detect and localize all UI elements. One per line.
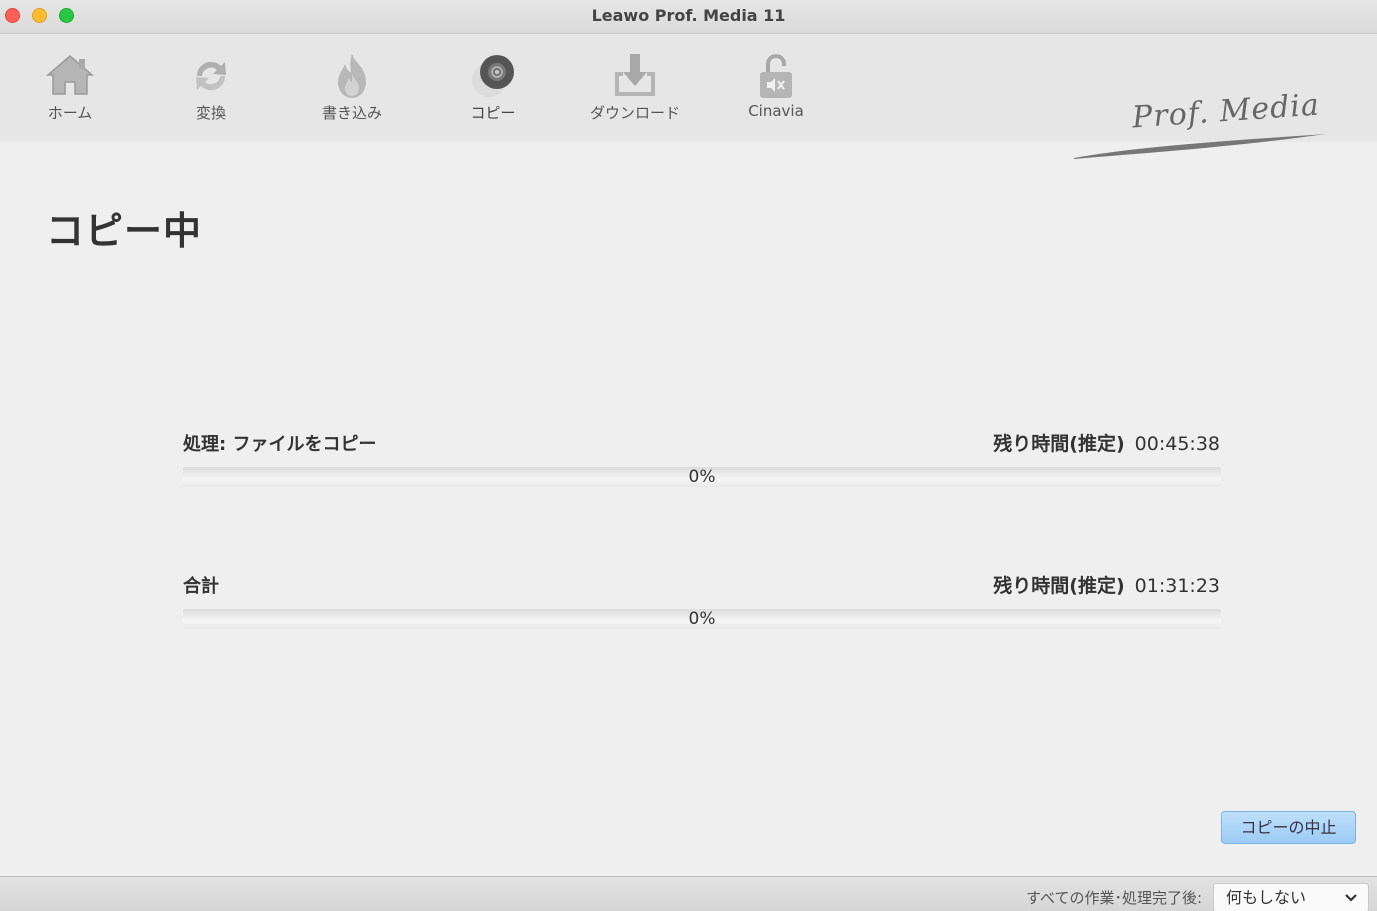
toolbar-cinavia-label: Cinavia bbox=[748, 102, 804, 120]
home-icon bbox=[45, 55, 95, 95]
after-completion-select[interactable]: 何もしない bbox=[1213, 883, 1369, 911]
toolbar-home[interactable]: ホーム bbox=[15, 50, 125, 136]
total-progress-bar: 0% bbox=[183, 609, 1221, 629]
total-remaining-time: 残り時間(推定) 01:31:23 bbox=[993, 571, 1220, 598]
task-progress-bar: 0% bbox=[183, 467, 1221, 487]
title-bar: Leawo Prof. Media 11 bbox=[0, 0, 1377, 34]
toolbar-cinavia[interactable]: Cinavia bbox=[721, 50, 831, 136]
toolbar-download-label: ダウンロード bbox=[589, 104, 680, 122]
cinavia-icon bbox=[760, 54, 792, 98]
burn-icon bbox=[338, 54, 366, 98]
status-bar: すべての作業･処理完了後: 何もしない bbox=[0, 876, 1377, 911]
total-label: 合計 bbox=[183, 576, 219, 597]
brand-swoosh bbox=[1074, 134, 1326, 159]
after-completion-value: 何もしない bbox=[1226, 888, 1307, 907]
toolbar-home-label: ホーム bbox=[47, 104, 93, 122]
task-remaining-label: 残り時間(推定) bbox=[993, 433, 1125, 455]
task-progress-text: 0% bbox=[688, 467, 716, 487]
task-remaining-value: 00:45:38 bbox=[1134, 433, 1220, 455]
toolbar-copy-label: コピー bbox=[470, 104, 516, 122]
download-icon bbox=[615, 54, 655, 96]
chevron-down-icon bbox=[1345, 894, 1357, 902]
task-remaining-time: 残り時間(推定) 00:45:38 bbox=[993, 429, 1220, 456]
stop-copy-button[interactable]: コピーの中止 bbox=[1221, 811, 1356, 844]
task-label: 処理: ファイルをコピー bbox=[183, 434, 377, 455]
toolbar-burn-label: 書き込み bbox=[321, 104, 382, 122]
total-remaining-label: 残り時間(推定) bbox=[993, 575, 1125, 597]
total-progress-text: 0% bbox=[688, 609, 716, 629]
main-toolbar: ホーム 変換 書き込み コピー ダウンロード Cinavia Prof. Med… bbox=[0, 34, 1377, 159]
total-remaining-value: 01:31:23 bbox=[1134, 575, 1220, 597]
copy-disc-icon bbox=[472, 55, 514, 97]
toolbar-download[interactable]: ダウンロード bbox=[580, 50, 690, 136]
toolbar-convert[interactable]: 変換 bbox=[156, 50, 266, 136]
toolbar-convert-label: 変換 bbox=[195, 104, 226, 122]
brand-logo: Prof. Media bbox=[1070, 86, 1340, 166]
after-completion-label: すべての作業･処理完了後: bbox=[1026, 889, 1202, 907]
page-title: コピー中 bbox=[46, 209, 203, 253]
toolbar-copy[interactable]: コピー bbox=[438, 50, 548, 136]
window-title: Leawo Prof. Media 11 bbox=[591, 6, 786, 25]
toolbar-burn[interactable]: 書き込み bbox=[297, 50, 407, 136]
convert-icon bbox=[196, 61, 226, 91]
